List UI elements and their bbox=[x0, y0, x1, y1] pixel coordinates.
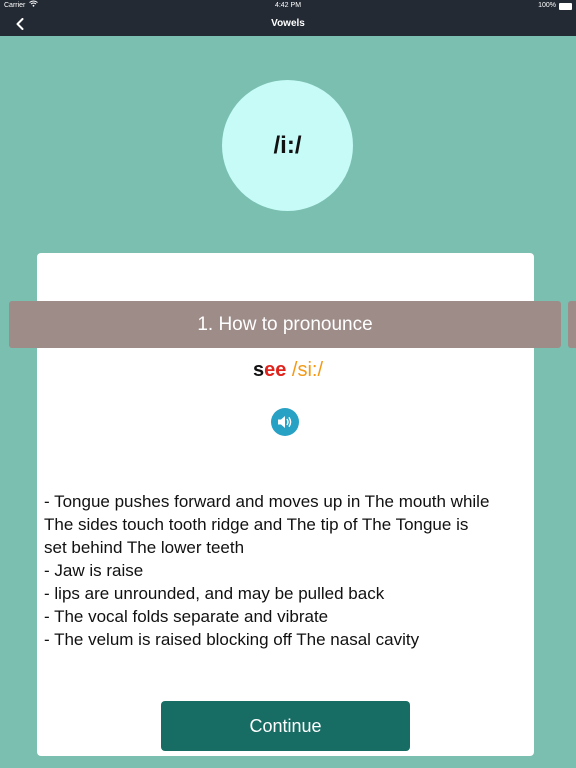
phoneme-symbol: /i:/ bbox=[222, 80, 353, 211]
pronunciation-description: - Tongue pushes forward and moves up in … bbox=[44, 490, 532, 651]
speaker-icon bbox=[278, 416, 292, 428]
battery-icon bbox=[559, 3, 572, 10]
example-word-highlight: ee bbox=[264, 359, 287, 381]
description-line: The sides touch tooth ridge and The tip … bbox=[44, 515, 469, 534]
example-word-prefix: s bbox=[252, 359, 265, 381]
nav-title: Vowels bbox=[271, 18, 305, 29]
status-bar: Carrier 4:42 PM 100% bbox=[0, 0, 576, 12]
description-line: - Tongue pushes forward and moves up in … bbox=[44, 492, 490, 511]
description-line: - Jaw is raise bbox=[44, 561, 144, 580]
description-line: - The vocal folds separate and vibrate bbox=[44, 607, 329, 626]
battery-percentage: 100% bbox=[538, 2, 556, 9]
description-line: set behind The lower teeth bbox=[44, 538, 245, 557]
description-line: - lips are unrounded, and may be pulled … bbox=[44, 584, 385, 603]
continue-button[interactable]: Continue bbox=[161, 701, 410, 751]
next-section-header[interactable] bbox=[568, 301, 576, 348]
play-sound-button[interactable] bbox=[271, 408, 299, 436]
description-line: - The velum is raised blocking off The n… bbox=[44, 630, 420, 649]
status-time: 4:42 PM bbox=[274, 2, 302, 9]
example-word: see /si:/ bbox=[0, 358, 576, 382]
navigation-bar: Vowels bbox=[0, 12, 576, 36]
example-ipa: /si:/ bbox=[291, 359, 324, 381]
section-header[interactable]: 1. How to pronounce bbox=[9, 301, 561, 348]
